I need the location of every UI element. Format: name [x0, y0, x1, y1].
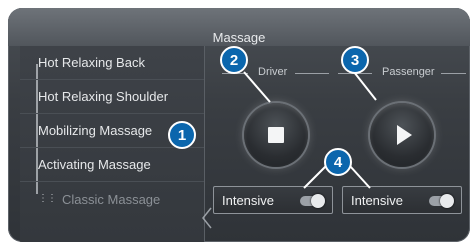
menu-item-label: Activating Massage	[38, 157, 151, 172]
menu-item-label: Hot Relaxing Back	[38, 55, 145, 70]
driver-intensive-switch[interactable]	[300, 194, 325, 208]
stop-icon	[268, 127, 284, 143]
driver-label: Driver	[258, 66, 288, 78]
passenger-intensive-label: Intensive	[351, 192, 404, 208]
menu-item-label: Classic Massage	[62, 191, 161, 207]
passenger-label: Passenger	[382, 66, 435, 78]
callout-3: 3	[341, 46, 369, 74]
menu-item-classic-massage[interactable]: ⋮⋮ Classic Massage	[20, 182, 204, 216]
play-icon	[397, 125, 412, 145]
driver-intensive-label: Intensive	[222, 192, 275, 208]
list-bracket-icon	[202, 207, 212, 229]
menu-item-activating-massage[interactable]: Activating Massage	[20, 148, 204, 182]
passenger-rule-right	[441, 73, 466, 74]
passenger-intensive-switch[interactable]	[429, 194, 454, 208]
menu-item-label: Hot Relaxing Shoulder	[38, 89, 169, 104]
driver-rule-right	[295, 73, 329, 74]
driver-intensive-toggle[interactable]: Intensive	[213, 186, 333, 214]
switch-knob	[440, 194, 454, 208]
callout-4: 4	[324, 148, 352, 176]
callout-1: 1	[168, 121, 196, 149]
driver-stop-button[interactable]	[244, 103, 308, 167]
drag-dots-icon: ⋮⋮	[38, 193, 57, 204]
menu-item-hot-relaxing-shoulder[interactable]: Hot Relaxing Shoulder	[20, 80, 204, 114]
callout-2: 2	[220, 46, 248, 74]
page-title: Massage	[212, 30, 266, 45]
switch-knob	[311, 194, 325, 208]
title-bar: Massage	[8, 8, 470, 46]
menu-item-hot-relaxing-back[interactable]: Hot Relaxing Back	[20, 46, 204, 80]
massage-screen: Massage Hot Relaxing Back Hot Relaxing S…	[8, 8, 470, 242]
passenger-intensive-toggle[interactable]: Intensive	[342, 186, 462, 214]
menu-item-label: Mobilizing Massage	[38, 123, 153, 138]
passenger-play-button[interactable]	[370, 103, 434, 167]
